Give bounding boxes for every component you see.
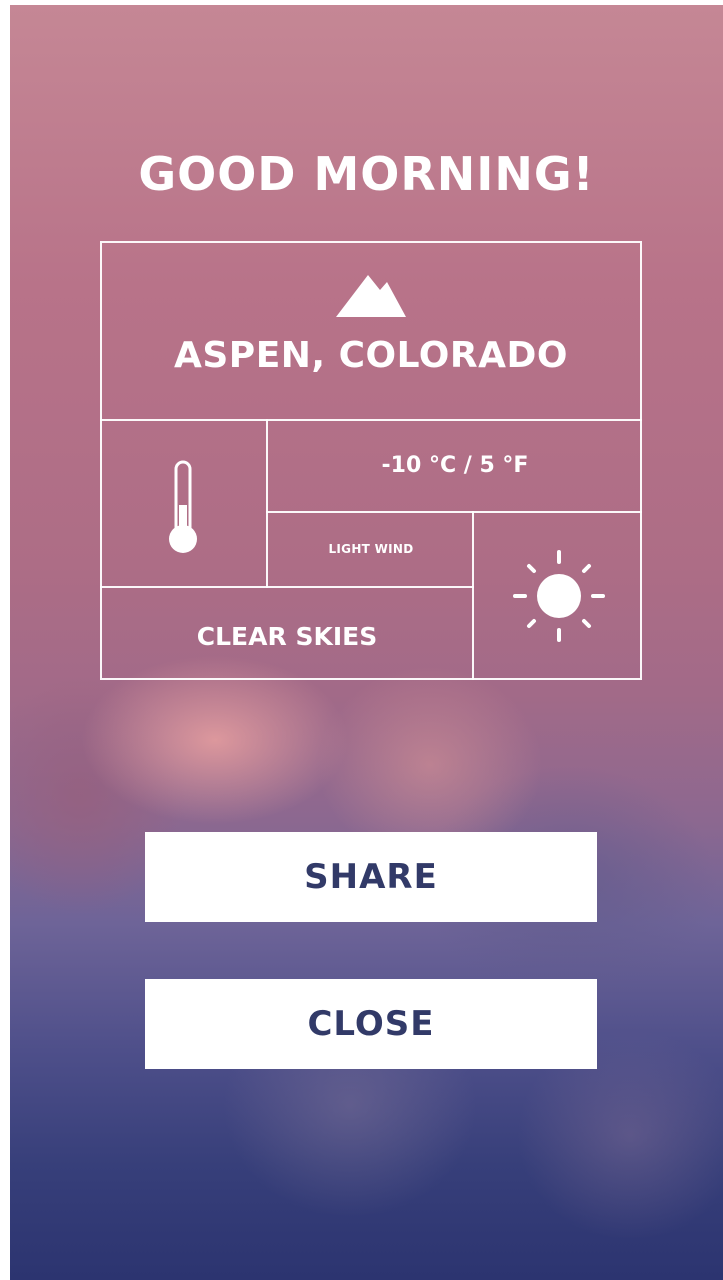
sun-icon bbox=[513, 550, 605, 642]
share-button[interactable]: SHARE bbox=[145, 832, 597, 922]
thermometer-icon bbox=[169, 460, 197, 553]
wind-label: LIGHT WIND bbox=[328, 542, 414, 556]
location-label: ASPEN, COLORADO bbox=[174, 335, 568, 376]
mountain-icon bbox=[336, 275, 406, 317]
divider-sky bbox=[100, 586, 474, 588]
weather-card: ASPEN, COLORADO -10 °C / 5 °F LIGHT WIND… bbox=[10, 5, 723, 705]
close-button[interactable]: CLOSE bbox=[145, 979, 597, 1069]
divider-sun bbox=[472, 511, 474, 680]
sky-condition-label: CLEAR SKIES bbox=[196, 622, 378, 651]
divider-thermometer bbox=[266, 419, 268, 588]
temperature-label: -10 °C / 5 °F bbox=[381, 453, 529, 478]
divider-temperature bbox=[266, 511, 642, 513]
divider-location bbox=[100, 419, 642, 421]
weather-screen: GOOD MORNING! ASPEN, COLORADO -10 °C / 5… bbox=[10, 5, 723, 1280]
